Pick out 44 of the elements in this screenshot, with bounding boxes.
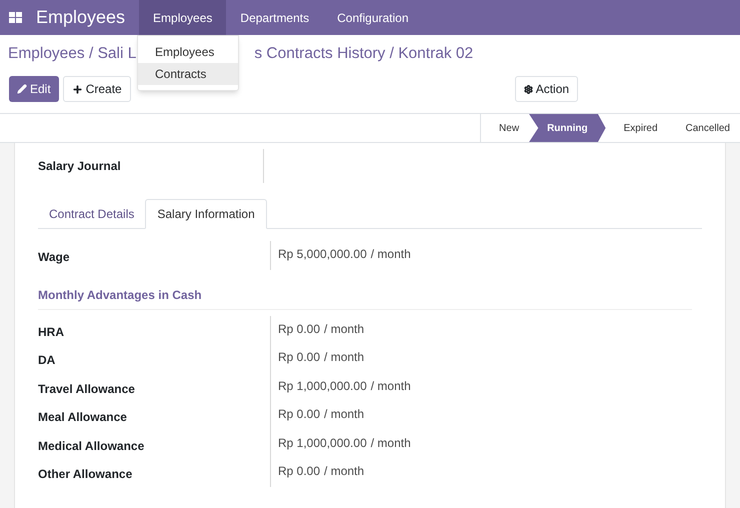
pencil-icon bbox=[17, 84, 27, 94]
plus-icon bbox=[72, 84, 83, 94]
field-value: Rp 0.00 bbox=[278, 406, 320, 423]
unit-label: / month bbox=[324, 349, 364, 366]
breadcrumb-text[interactable]: Employees / Sali L bbox=[8, 42, 136, 66]
breadcrumb-text[interactable]: s Contracts History / Kontrak 02 bbox=[254, 42, 474, 66]
field-value: Rp 0.00 bbox=[278, 320, 320, 338]
tab[interactable]: Salary Information bbox=[145, 199, 267, 229]
nav-menu[interactable]: Employees bbox=[139, 0, 226, 35]
tab[interactable]: Contract Details bbox=[38, 199, 146, 229]
field-label: Other Allowance bbox=[38, 467, 132, 481]
unit-label: / month bbox=[324, 320, 364, 338]
stage-button[interactable]: Cancelled bbox=[668, 114, 740, 142]
field-label: Wage bbox=[38, 250, 70, 264]
field-label: DA bbox=[38, 353, 56, 367]
field-label: Salary Journal bbox=[38, 159, 121, 173]
field-label: Medical Allowance bbox=[38, 438, 144, 452]
gear-icon bbox=[524, 84, 533, 94]
edit-button[interactable]: Edit bbox=[9, 76, 59, 102]
stage-button[interactable]: Expired bbox=[606, 114, 668, 142]
unit-label: / month bbox=[370, 246, 411, 263]
field-value: Rp 0.00 bbox=[278, 463, 320, 480]
app-title: Employees bbox=[36, 6, 126, 29]
field-label: HRA bbox=[38, 324, 64, 338]
field-value: Rp 5,000,000.00 bbox=[278, 246, 367, 263]
field-value: Rp 0.00 bbox=[278, 349, 320, 366]
nav-menu[interactable]: Departments bbox=[226, 0, 324, 35]
field-label: Meal Allowance bbox=[38, 410, 127, 424]
action-button[interactable]: Action bbox=[514, 76, 578, 102]
menu-item[interactable]: Contracts bbox=[138, 63, 238, 85]
menu-item[interactable]: Employees bbox=[138, 41, 238, 63]
section-title: Monthly Advantages in Cash bbox=[38, 288, 202, 302]
field-label: Travel Allowance bbox=[38, 382, 135, 396]
create-button[interactable]: Create bbox=[62, 76, 131, 102]
stage-button[interactable]: Running bbox=[529, 114, 606, 142]
apps-menu-icon[interactable] bbox=[9, 12, 22, 23]
stage-button[interactable]: New bbox=[480, 114, 530, 142]
nav-menu[interactable]: Configuration bbox=[323, 0, 423, 35]
unit-label: / month bbox=[324, 406, 364, 423]
unit-label: / month bbox=[370, 434, 411, 452]
unit-label: / month bbox=[370, 378, 411, 394]
unit-label: / month bbox=[324, 463, 364, 480]
field-value: Rp 1,000,000.00 bbox=[278, 434, 367, 452]
field-value: Rp 1,000,000.00 bbox=[278, 378, 367, 394]
